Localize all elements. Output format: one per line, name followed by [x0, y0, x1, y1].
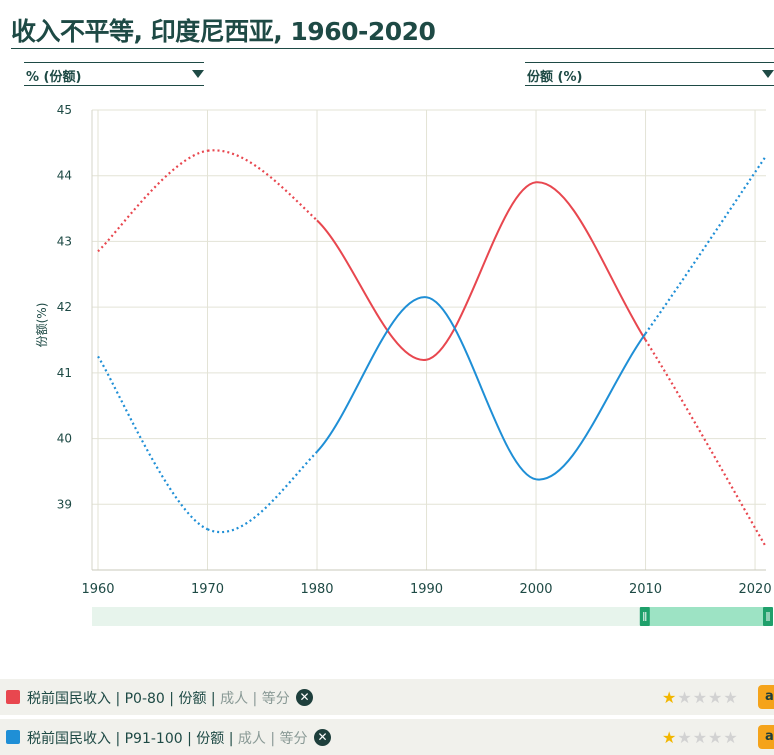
x-tick-label: 1980	[300, 582, 333, 597]
y-axis-label: 份额(%)	[35, 303, 49, 348]
slider-handle[interactable]	[763, 607, 773, 626]
x-tick-label: 2000	[519, 582, 552, 597]
close-circle-icon[interactable]: ✕	[314, 729, 331, 746]
y-tick-label: 39	[57, 497, 72, 511]
star-rating: ★★★★★	[662, 688, 739, 707]
series-line-0	[535, 181, 647, 341]
series-line-1	[97, 355, 208, 531]
star-icon: ★	[723, 688, 739, 707]
star-icon: ★	[677, 728, 693, 747]
legend-row-p91-100[interactable]: 税前国民收入 | P91-100 | 份额 | 成人 | 等分 ✕ ★★★★★ …	[0, 719, 774, 755]
chart-series	[97, 149, 767, 548]
legend-label: 税前国民收入 | P91-100 | 份额 | 成人 | 等分	[27, 728, 308, 748]
legend-label: 税前国民收入 | P0-80 | 份额 | 成人 | 等分	[27, 688, 290, 708]
star-icon: ★	[677, 688, 693, 707]
series-line-0	[644, 339, 767, 548]
legend-label-muted: 成人 | 等分	[237, 731, 308, 747]
star-icon: ★	[662, 728, 678, 747]
star-rating: ★★★★★	[662, 728, 739, 747]
title-divider	[11, 48, 774, 49]
star-icon: ★	[708, 728, 724, 747]
x-tick-label: 1960	[81, 582, 114, 597]
x-axis-ticks: 1960 1970 1980 1990 2000 2010 2020	[81, 582, 771, 597]
series-line-0	[207, 149, 318, 222]
legend-label-main: 税前国民收入 | P91-100 | 份额 |	[27, 731, 238, 747]
range-slider[interactable]	[92, 607, 773, 626]
y-tick-label: 41	[57, 366, 72, 380]
series-swatch	[6, 730, 20, 744]
y-tick-label: 44	[57, 169, 72, 183]
legend-row-p0-80[interactable]: 税前国民收入 | P0-80 | 份额 | 成人 | 等分 ✕ ★★★★★ a	[0, 679, 774, 715]
star-icon: ★	[723, 728, 739, 747]
slider-selection[interactable]	[642, 607, 772, 626]
page-title: 收入不平等, 印度尼西亚, 1960-2020	[11, 17, 436, 46]
triangle-down-icon	[192, 70, 204, 78]
line-chart: 39 40 41 42 43 44 45 1960 1970 1980 1990 2000 2010 2…	[35, 103, 773, 626]
quality-badge[interactable]: a	[758, 685, 774, 709]
y-tick-label: 42	[57, 300, 72, 314]
legend-label-main: 税前国民收入 | P0-80 | 份额 |	[27, 691, 221, 707]
star-icon: ★	[662, 688, 678, 707]
series-line-1	[316, 296, 427, 453]
quality-badge[interactable]: a	[758, 725, 774, 749]
close-circle-icon[interactable]: ✕	[296, 689, 313, 706]
series-line-1	[426, 296, 537, 481]
unit-dropdown-label: % (份额)	[26, 70, 82, 85]
slider-handle[interactable]	[639, 607, 650, 626]
y-tick-label: 40	[57, 432, 72, 446]
x-tick-label: 2010	[629, 582, 662, 597]
series-line-1	[207, 450, 318, 533]
triangle-down-icon	[762, 70, 774, 78]
series-line-1	[535, 332, 647, 481]
star-icon: ★	[692, 688, 709, 707]
star-icon: ★	[692, 728, 709, 747]
y-tick-label: 45	[57, 103, 72, 117]
series-line-0	[97, 149, 208, 253]
star-icon: ★	[708, 688, 724, 707]
y-tick-label: 43	[57, 234, 72, 248]
x-tick-label: 2020	[739, 582, 772, 597]
unit-dropdown[interactable]: % (份额)	[24, 62, 204, 86]
x-tick-label: 1990	[410, 582, 443, 597]
y-axis-ticks: 39 40 41 42 43 44 45	[57, 103, 72, 511]
indicator-dropdown-label: 份额 (%)	[527, 70, 583, 85]
x-tick-label: 1970	[191, 582, 224, 597]
series-swatch	[6, 690, 20, 704]
chart-grid	[91, 109, 766, 571]
indicator-dropdown[interactable]: 份额 (%)	[525, 62, 774, 86]
series-line-0	[426, 181, 537, 361]
legend-label-muted: 成人 | 等分	[220, 691, 290, 707]
